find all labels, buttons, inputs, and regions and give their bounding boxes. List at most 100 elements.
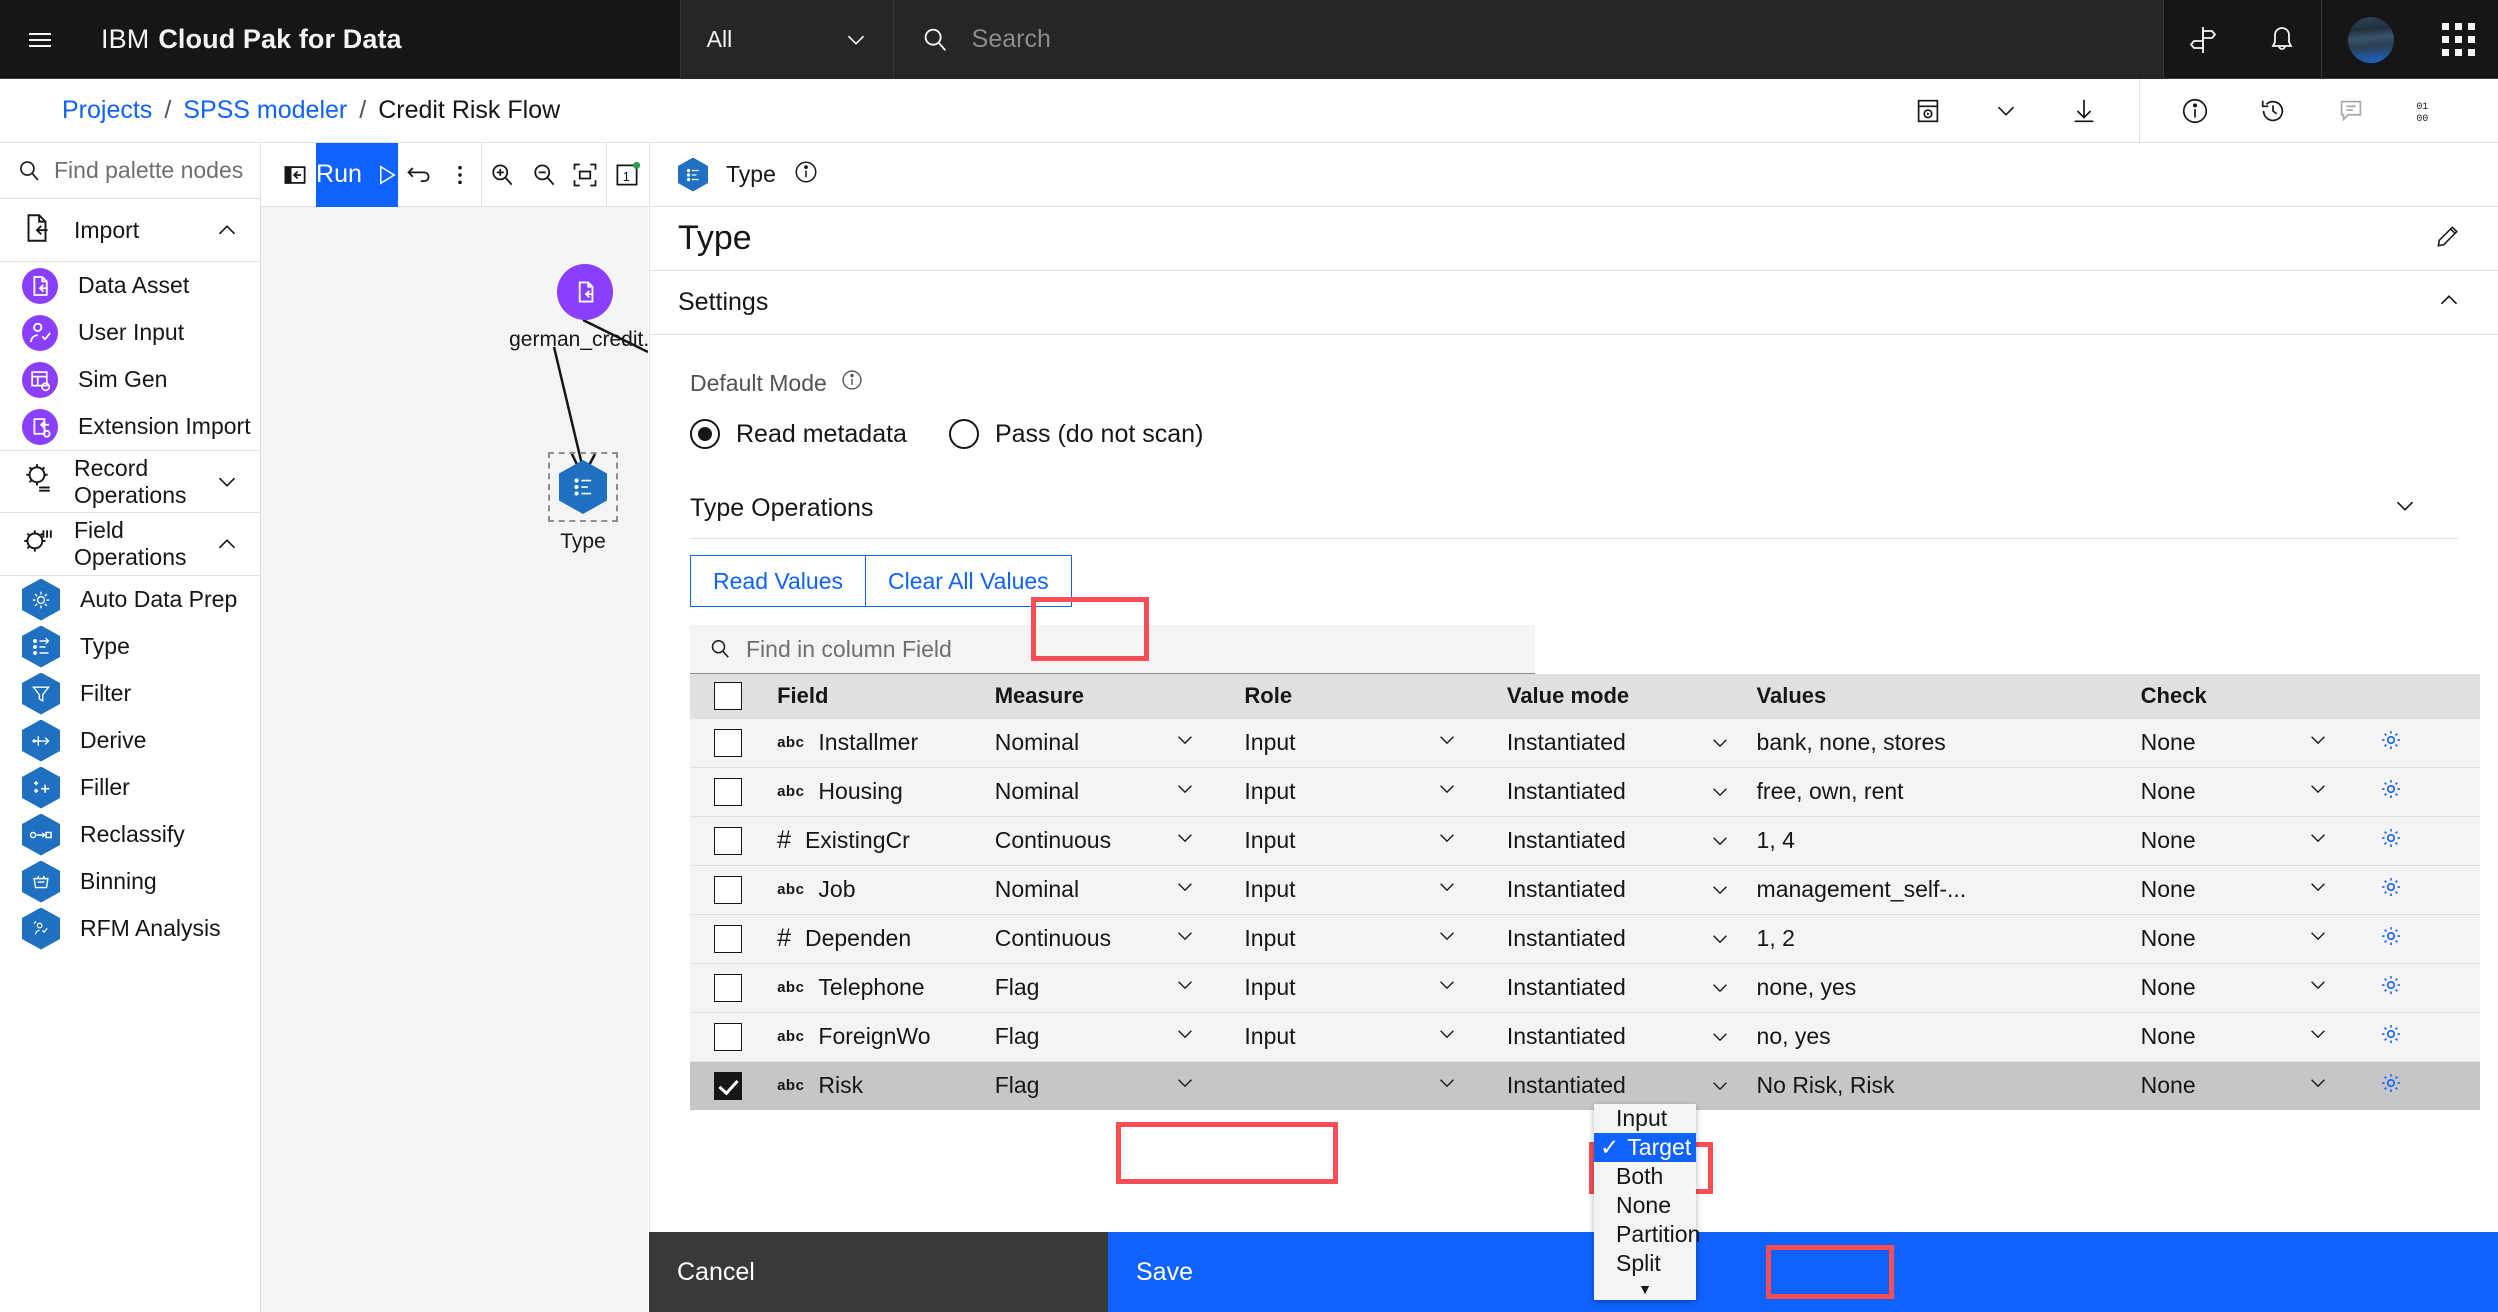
save-button[interactable]: Save bbox=[1108, 1232, 2498, 1312]
column-header-measure[interactable]: Measure bbox=[994, 674, 1245, 718]
check-dropdown-chevron[interactable] bbox=[2307, 766, 2378, 816]
overflow-menu-icon[interactable] bbox=[439, 143, 480, 207]
check-dropdown-chevron[interactable] bbox=[2307, 962, 2378, 1012]
gear-icon[interactable] bbox=[2378, 1024, 2404, 1052]
cell-role[interactable]: Input bbox=[1244, 717, 1437, 767]
cell-role[interactable]: Input bbox=[1244, 913, 1437, 963]
palette-item-user-input[interactable]: User Input bbox=[0, 309, 260, 356]
cell-measure[interactable]: Continuous bbox=[994, 913, 1174, 963]
table-row[interactable]: # ExistingCr Continuous Input Instantiated 1,… bbox=[690, 815, 2480, 865]
cell-measure[interactable]: Nominal bbox=[994, 864, 1174, 914]
gear-icon[interactable] bbox=[2378, 975, 2404, 1003]
table-row[interactable]: abc Installmer Nominal Input Instantiated ban… bbox=[690, 717, 2480, 767]
role-dropdown-chevron[interactable] bbox=[1436, 1060, 1507, 1110]
table-row[interactable]: abc ForeignWo Flag Input Instantiated no, yes… bbox=[690, 1011, 2480, 1061]
table-row[interactable]: # Dependen Continuous Input Instantiated 1, 2… bbox=[690, 913, 2480, 963]
palette-item-extension-import[interactable]: Extension Import bbox=[0, 403, 260, 450]
cell-measure[interactable]: Flag bbox=[994, 962, 1174, 1012]
canvas-node-type[interactable]: Type bbox=[548, 452, 618, 554]
cell-value-mode[interactable]: Instantiated bbox=[1506, 766, 1757, 816]
gear-icon[interactable] bbox=[2378, 926, 2404, 954]
scope-select[interactable]: All bbox=[679, 0, 893, 79]
page-count-indicator[interactable]: 1 bbox=[607, 143, 648, 207]
download-icon[interactable] bbox=[2045, 79, 2123, 143]
table-row[interactable]: abc Housing Nominal Input Instantiated free, … bbox=[690, 766, 2480, 816]
row-checkbox[interactable] bbox=[714, 826, 742, 855]
hamburger-menu-icon[interactable] bbox=[0, 0, 79, 79]
global-search[interactable]: Search bbox=[892, 0, 2163, 79]
row-checkbox[interactable] bbox=[714, 924, 742, 953]
cell-role[interactable]: Input bbox=[1244, 815, 1437, 865]
radio-pass-do-not-scan[interactable]: Pass (do not scan) bbox=[948, 419, 1203, 449]
role-option-partition[interactable]: Partition bbox=[1594, 1220, 1700, 1249]
column-header-role[interactable]: Role bbox=[1244, 674, 1507, 718]
cell-role[interactable]: Input bbox=[1244, 1011, 1437, 1061]
type-operations-header[interactable]: Type Operations bbox=[690, 493, 2458, 524]
clear-all-values-button[interactable]: Clear All Values bbox=[865, 555, 1072, 607]
cell-check[interactable]: None bbox=[2140, 766, 2308, 816]
gear-icon[interactable] bbox=[2378, 730, 2404, 758]
column-header-value-mode[interactable]: Value mode bbox=[1506, 674, 1757, 718]
scroll-down-arrow-icon[interactable]: ▼ bbox=[1594, 1278, 1696, 1300]
zoom-in-icon[interactable] bbox=[482, 143, 523, 207]
check-dropdown-chevron[interactable] bbox=[2307, 1060, 2378, 1110]
palette-group-record-operations[interactable]: Record Operations bbox=[0, 450, 260, 513]
gear-icon[interactable] bbox=[2378, 877, 2404, 905]
cell-value-mode[interactable]: Instantiated bbox=[1506, 864, 1757, 914]
palette-item-sim-gen[interactable]: Sim Gen bbox=[0, 356, 260, 403]
read-values-button[interactable]: Read Values bbox=[690, 555, 866, 607]
palette-item-type[interactable]: Type bbox=[0, 623, 260, 670]
cell-check[interactable]: None bbox=[2140, 864, 2308, 914]
role-dropdown-chevron[interactable] bbox=[1436, 717, 1507, 767]
palette-item-filter[interactable]: Filter bbox=[0, 670, 260, 717]
information-icon[interactable] bbox=[794, 160, 818, 189]
role-dropdown-chevron[interactable] bbox=[1436, 815, 1507, 865]
cell-measure[interactable]: Flag bbox=[994, 1060, 1174, 1110]
role-dropdown-menu[interactable]: Input ✓ Target Both None Partition Split… bbox=[1594, 1104, 1700, 1300]
brand-title[interactable]: IBM Cloud Pak for Data bbox=[79, 0, 428, 78]
palette-group-import[interactable]: Import bbox=[0, 199, 260, 262]
role-dropdown-chevron[interactable] bbox=[1436, 864, 1507, 914]
measure-dropdown-chevron[interactable] bbox=[1173, 766, 1245, 816]
cell-measure[interactable]: Continuous bbox=[994, 815, 1174, 865]
role-option-target[interactable]: ✓ Target bbox=[1594, 1133, 1696, 1162]
cell-value-mode[interactable]: Instantiated bbox=[1506, 1060, 1757, 1110]
cell-value-mode[interactable]: Instantiated bbox=[1506, 962, 1757, 1012]
palette-item-data-asset[interactable]: Data Asset bbox=[0, 262, 260, 309]
check-dropdown-chevron[interactable] bbox=[2307, 864, 2378, 914]
palette-item-auto-data-prep[interactable]: Auto Data Prep bbox=[0, 576, 260, 623]
column-header-field[interactable]: Field bbox=[777, 674, 995, 718]
cancel-button[interactable]: Cancel bbox=[649, 1232, 1108, 1312]
gear-icon[interactable] bbox=[2378, 779, 2404, 807]
palette-item-reclassify[interactable]: Reclassify bbox=[0, 811, 260, 858]
check-dropdown-chevron[interactable] bbox=[2307, 717, 2378, 767]
select-all-checkbox[interactable] bbox=[714, 681, 742, 710]
collapse-palette-icon[interactable] bbox=[275, 143, 316, 207]
row-checkbox[interactable] bbox=[714, 777, 742, 806]
palette-item-filler[interactable]: Filler bbox=[0, 764, 260, 811]
measure-dropdown-chevron[interactable] bbox=[1173, 815, 1245, 865]
cell-measure[interactable]: Nominal bbox=[994, 717, 1174, 767]
column-header-values[interactable]: Values bbox=[1756, 674, 2141, 718]
signpost-icon[interactable] bbox=[2163, 0, 2242, 79]
row-checkbox[interactable] bbox=[714, 1022, 742, 1051]
cell-check[interactable]: None bbox=[2140, 717, 2308, 767]
cell-role[interactable]: Input bbox=[1244, 962, 1437, 1012]
gear-icon[interactable] bbox=[2378, 1073, 2404, 1101]
avatar[interactable] bbox=[2321, 0, 2419, 79]
cell-role[interactable] bbox=[1244, 1060, 1437, 1110]
cell-check[interactable]: None bbox=[2140, 962, 2308, 1012]
role-dropdown-chevron[interactable] bbox=[1436, 913, 1507, 963]
version-history-icon[interactable] bbox=[2234, 79, 2312, 143]
measure-dropdown-chevron[interactable] bbox=[1173, 717, 1245, 767]
palette-item-rfm-analysis[interactable]: RFM Analysis bbox=[0, 905, 260, 952]
settings-section-header[interactable]: Settings bbox=[650, 271, 2498, 335]
cell-value-mode[interactable]: Instantiated bbox=[1506, 815, 1757, 865]
cell-value-mode[interactable]: Instantiated bbox=[1506, 913, 1757, 963]
measure-dropdown-chevron[interactable] bbox=[1173, 913, 1245, 963]
notification-bell-icon[interactable] bbox=[2242, 0, 2321, 79]
table-search-input[interactable]: Find in column Field bbox=[690, 625, 1535, 674]
role-dropdown-chevron[interactable] bbox=[1436, 1011, 1507, 1061]
row-checkbox[interactable] bbox=[714, 973, 742, 1002]
run-button[interactable]: Run bbox=[316, 142, 398, 207]
